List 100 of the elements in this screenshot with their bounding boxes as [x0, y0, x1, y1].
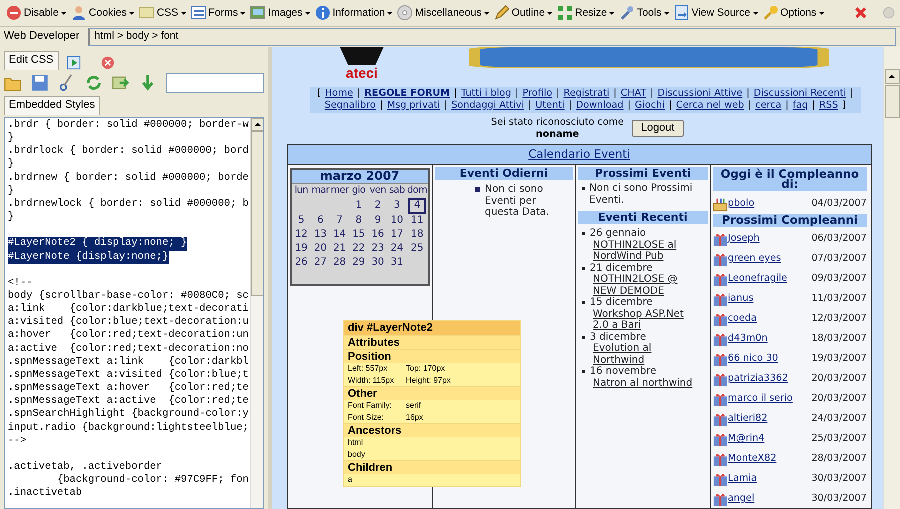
menu-button[interactable]: Images: [248, 5, 313, 21]
menu-button[interactable]: Options: [760, 5, 827, 21]
menu-button[interactable]: Miscellaneous: [395, 5, 492, 21]
nav-link[interactable]: Msg privati: [387, 100, 440, 112]
calendar-day[interactable]: 26: [292, 257, 311, 269]
calendar-day[interactable]: 7: [330, 215, 349, 227]
calendar-day[interactable]: 14: [330, 229, 349, 241]
scroll-up-button[interactable]: [884, 69, 900, 84]
export-icon[interactable]: [112, 74, 130, 92]
nav-link[interactable]: Registrati: [564, 88, 610, 100]
user-link[interactable]: coeda: [728, 313, 758, 325]
scroll-up-button[interactable]: [251, 118, 263, 131]
nav-link[interactable]: REGOLE FORUM: [364, 88, 450, 100]
path-field[interactable]: html > body > font: [88, 28, 896, 46]
user-link[interactable]: Lamia: [728, 473, 758, 485]
calendar-day[interactable]: 16: [369, 229, 388, 241]
calendar-day[interactable]: 6: [312, 215, 330, 227]
calendar-day[interactable]: 3: [388, 200, 406, 212]
calendar-day[interactable]: 5: [292, 215, 311, 227]
user-link[interactable]: green eyes: [728, 253, 782, 265]
menu-button[interactable]: Forms: [188, 5, 248, 21]
calendar-day[interactable]: 27: [312, 257, 330, 269]
calendar-title-link[interactable]: Calendario Eventi: [528, 147, 630, 161]
menu-button[interactable]: Resize: [555, 5, 618, 21]
calendar-day[interactable]: 8: [350, 215, 368, 227]
user-link[interactable]: d43m0n: [728, 333, 768, 345]
user-link[interactable]: patrizia3362: [728, 373, 788, 385]
logout-button[interactable]: Logout: [632, 120, 684, 138]
close-icon[interactable]: [100, 56, 115, 70]
nav-link[interactable]: Download: [576, 100, 624, 112]
calendar-day[interactable]: 28: [330, 257, 349, 269]
event-link[interactable]: NOTHIN2LOSE @ NEW DEMODE: [590, 274, 693, 297]
nav-link[interactable]: Profilo: [522, 88, 553, 100]
calendar-day[interactable]: 29: [350, 257, 368, 269]
calendar-day[interactable]: 24: [388, 243, 406, 255]
calendar-day[interactable]: 10: [388, 215, 406, 227]
user-link[interactable]: 66 nico 30: [728, 353, 778, 365]
calendar-day[interactable]: 31: [388, 257, 406, 269]
menu-button[interactable]: CSS: [136, 5, 189, 21]
circle-icon[interactable]: [882, 6, 896, 20]
close-icon[interactable]: [854, 6, 868, 20]
menu-button[interactable]: View Source: [672, 5, 760, 21]
bracket: [: [317, 88, 322, 100]
user-link[interactable]: pbolo: [728, 198, 755, 210]
calendar-day[interactable]: 12: [292, 229, 311, 241]
scroll-thumb[interactable]: [884, 85, 900, 118]
play-icon[interactable]: [66, 56, 81, 70]
nav-link[interactable]: faq: [792, 100, 808, 112]
event-link[interactable]: NOTHIN2LOSE al NordWind Pub: [590, 240, 693, 262]
event-link[interactable]: Natron al northwind: [590, 378, 693, 389]
separator: |: [357, 88, 361, 100]
calendar-day[interactable]: 9: [369, 215, 388, 227]
styles-tab[interactable]: Embedded Styles: [4, 96, 100, 115]
calendar-day[interactable]: 23: [369, 243, 388, 255]
menu-button[interactable]: Disable: [4, 5, 70, 21]
nav-link[interactable]: Utenti: [536, 100, 565, 112]
menu-button[interactable]: Cookies: [69, 5, 137, 21]
save-icon[interactable]: [31, 74, 49, 92]
calendar-day[interactable]: 18: [408, 229, 426, 241]
nav-link[interactable]: cerca: [756, 100, 782, 112]
event-link[interactable]: Workshop ASP.Net 2.0 a Bari: [590, 308, 693, 332]
user-link[interactable]: angel: [728, 493, 755, 505]
menu-button[interactable]: Outline: [492, 5, 556, 21]
nav-link[interactable]: Discussioni Recenti: [754, 88, 846, 100]
calendar-day[interactable]: 19: [292, 243, 311, 255]
nav-link[interactable]: Sondaggi Attivi: [452, 100, 524, 112]
nav-link[interactable]: Home: [325, 88, 354, 100]
nav-link[interactable]: Giochi: [635, 100, 666, 112]
editor-tab[interactable]: Edit CSS: [4, 51, 59, 70]
calendar-day[interactable]: 25: [408, 243, 426, 255]
calendar-day[interactable]: 22: [350, 243, 368, 255]
calendar-day[interactable]: 1: [350, 200, 368, 212]
calendar-day[interactable]: 20: [312, 243, 330, 255]
search-field[interactable]: [166, 73, 264, 93]
user-link[interactable]: Joseph: [728, 233, 760, 245]
nav-link[interactable]: Segnalibro: [324, 100, 376, 112]
user-link[interactable]: ianus: [728, 293, 754, 305]
nav-link[interactable]: RSS: [819, 100, 838, 112]
nav-link[interactable]: Discussioni Attive: [658, 88, 743, 100]
scroll-thumb[interactable]: [251, 131, 263, 296]
menu-button[interactable]: Information: [312, 5, 396, 21]
calendar-day[interactable]: 30: [369, 257, 388, 269]
user-link[interactable]: MonteX82: [728, 453, 777, 465]
calendar-day[interactable]: 13: [312, 229, 330, 241]
nav-link[interactable]: Cerca nel web: [676, 100, 744, 112]
calendar-day[interactable]: 4: [408, 198, 426, 214]
calendar-day[interactable]: 2: [369, 200, 388, 212]
calendar-day[interactable]: 15: [350, 229, 368, 241]
calendar-day[interactable]: 17: [388, 229, 406, 241]
nav-link[interactable]: Tutti i blog: [461, 88, 512, 100]
user-link[interactable]: Leonefragile: [728, 273, 788, 285]
user-link[interactable]: M@rin4: [728, 433, 765, 445]
calendar-day[interactable]: 21: [330, 243, 349, 255]
calendar-day[interactable]: 11: [408, 215, 426, 227]
user-link[interactable]: marco il serio: [728, 393, 793, 405]
refresh-icon[interactable]: [85, 74, 103, 92]
event-link[interactable]: Evolution al Northwind: [590, 343, 693, 366]
user-link[interactable]: altieri82: [728, 413, 768, 425]
menu-button[interactable]: Tools: [617, 5, 672, 21]
nav-link[interactable]: CHAT: [620, 88, 646, 100]
